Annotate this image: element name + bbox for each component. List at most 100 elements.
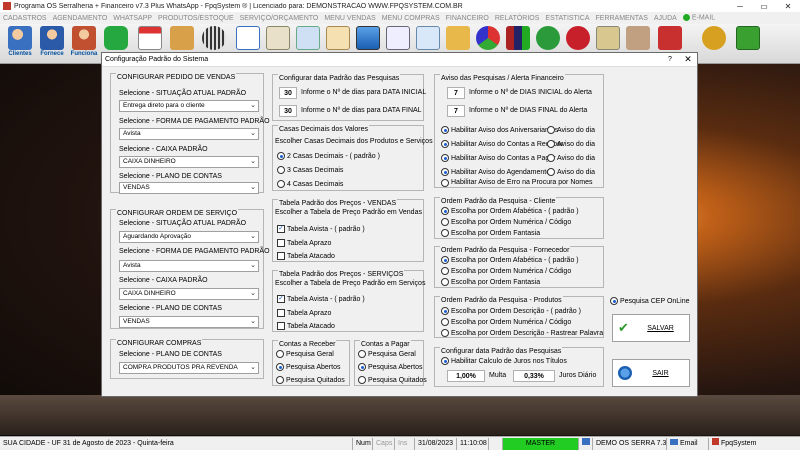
chevron-down-icon: ⌄ [250, 262, 256, 269]
cep-online-option[interactable]: Pesquisa CEP OnLine [610, 296, 690, 306]
menu-email[interactable]: E-MAIL [680, 14, 718, 22]
servico-pagamento-select[interactable]: Avista ⌄ [119, 260, 259, 272]
servico-plano-value: VENDAS [123, 318, 150, 325]
ord-cliente-numerica[interactable]: Escolha por Ordem Numérica / Código [441, 217, 571, 227]
aviso-aniversariantes[interactable]: Habilitar Aviso dos Aniversariantes [441, 125, 558, 135]
pedido-pagamento-select[interactable]: Avista ⌄ [119, 128, 259, 140]
pedido-caixa-select[interactable]: CAIXA DINHEIRO ⌄ [119, 156, 259, 168]
aviso-pagar[interactable]: Habilitar Aviso do Contas a Pagar [441, 153, 556, 163]
pagar-geral[interactable]: Pesquisa Geral [358, 349, 416, 359]
menu-vendas[interactable]: MENU VENDAS [321, 15, 378, 22]
aviso-receber[interactable]: Habilitar Aviso do Contas a Receber [441, 139, 563, 149]
alerta-inicial-input[interactable]: 7 [447, 87, 465, 99]
cep-online-label: Pesquisa CEP OnLine [620, 297, 690, 305]
compras-plano-select[interactable]: COMPRA PRODUTOS PRA REVENDA ⌄ [119, 362, 259, 374]
tab-vendas-avista[interactable]: ✓ Tabela Avista - ( padrão ) [277, 224, 365, 234]
aviso-agendamento[interactable]: Habilitar Aviso do Agendamento [441, 167, 550, 177]
funciona-button[interactable]: Funciona [68, 26, 100, 61]
ord-produtos-rastrear-label: Escolha por Ordem Descrição - Rastrear P… [451, 329, 604, 337]
menu-servico[interactable]: SERVIÇO/ORÇAMENTO [237, 15, 322, 22]
clientes-button[interactable]: Clientes [4, 26, 36, 61]
ord-fornecedor-numerica[interactable]: Escolha por Ordem Numérica / Código [441, 266, 571, 276]
menu-agendamento[interactable]: AGENDAMENTO [50, 15, 111, 22]
menu-whatsapp[interactable]: WHATSAPP [110, 15, 155, 22]
menu-produtos[interactable]: PRODUTOS/ESTOQUE [155, 15, 237, 22]
receber-abertos[interactable]: Pesquisa Abertos [276, 362, 340, 372]
close-icon[interactable]: ✕ [679, 54, 697, 65]
folder-icon [446, 26, 470, 50]
radio-checked-icon [441, 140, 449, 148]
tab-vendas-title: Tabela Padrão dos Preços - VENDAS [278, 199, 398, 208]
pagar-abertos[interactable]: Pesquisa Abertos [358, 362, 422, 372]
menu-cadastros[interactable]: CADASTROS [0, 15, 50, 22]
maximize-icon[interactable]: ▭ [752, 2, 776, 11]
dias-inicial-input[interactable]: 30 [279, 87, 297, 99]
radio-checked-icon [610, 297, 618, 305]
decimais-option-3[interactable]: 3 Casas Decimais [277, 165, 343, 175]
ord-produtos-descricao[interactable]: Escolha por Ordem Descrição - ( padrão ) [441, 306, 581, 316]
pedido-situacao-label: Selecione - SITUAÇÃO ATUAL PADRÃO [119, 90, 247, 97]
aviso-dia-4[interactable]: Aviso do dia [547, 167, 595, 177]
multa-input[interactable]: 1,00% [447, 370, 485, 382]
decimais-subtitle: Escolher Casas Decimais dos Produtos e S… [275, 138, 433, 145]
exit-button[interactable] [732, 26, 764, 61]
menu-financeiro[interactable]: FINANCEIRO [443, 15, 492, 22]
menu-relatorios[interactable]: RELATÓRIOS [492, 15, 543, 22]
dias-final-input[interactable]: 30 [279, 105, 297, 117]
receber-quitados[interactable]: Pesquisa Quitados [276, 375, 345, 385]
pagar-quitados[interactable]: Pesquisa Quitados [358, 375, 427, 385]
aviso-erro[interactable]: Habilitar Aviso de Erro na Procura por N… [441, 178, 593, 187]
money-green-icon [536, 26, 560, 50]
tab-servicos-group: Tabela Padrão dos Preços - SERVIÇOS Esco… [272, 270, 425, 332]
menu-ferramentas[interactable]: FERRAMENTAS [593, 15, 651, 22]
status-email-label: Email [680, 439, 698, 447]
tab-vendas-aprazo[interactable]: Tabela Aprazo [277, 238, 331, 248]
decimais-option-4[interactable]: 4 Casas Decimais [277, 179, 343, 189]
ord-fornecedor-alfabetica[interactable]: Escolha por Ordem Afabética - ( padrão ) [441, 255, 579, 265]
ord-fornecedor-fantasia[interactable]: Escolha por Ordem Fantasia [441, 277, 540, 287]
decimais-option-2[interactable]: 2 Casas Decimais - ( padrão ) [277, 151, 380, 161]
juros-check[interactable]: Habilitar Calculo de Juros nos Títulos [441, 356, 567, 366]
servico-caixa-select[interactable]: CAIXA DINHEIRO ⌄ [119, 288, 259, 300]
help-icon[interactable]: ? [661, 56, 679, 63]
ord-cliente-fantasia[interactable]: Escolha por Ordem Fantasia [441, 228, 540, 238]
servico-plano-select[interactable]: VENDAS ⌄ [119, 316, 259, 328]
ord-cliente-alfabetica[interactable]: Escolha por Ordem Afabética - ( padrão ) [441, 206, 579, 216]
pedido-plano-select[interactable]: VENDAS ⌄ [119, 182, 259, 194]
menu-compras[interactable]: MENU COMPRAS [379, 15, 443, 22]
radio-icon [441, 178, 449, 187]
checkbox-icon [277, 309, 285, 317]
tab-vendas-atacado[interactable]: Tabela Atacado [277, 251, 335, 261]
alerta-final-input[interactable]: 7 [447, 105, 465, 117]
ord-produtos-numerica[interactable]: Escolha por Ordem Numérica / Código [441, 317, 571, 327]
tab-servicos-aprazo[interactable]: Tabela Aprazo [277, 308, 331, 318]
status-email[interactable]: Email [667, 437, 709, 450]
salvar-button[interactable]: ✔ SALVAR [612, 314, 690, 342]
chevron-down-icon: ⌄ [250, 102, 256, 109]
tab-servicos-avista[interactable]: ✓ Tabela Avista - ( padrão ) [277, 294, 365, 304]
fornece-button[interactable]: Fornece [36, 26, 68, 61]
juros-input[interactable]: 0,33% [513, 370, 555, 382]
menu-ajuda[interactable]: AJUDA [651, 15, 680, 22]
aviso-group: Aviso das Pesquisas / Alerta Financeiro … [434, 74, 604, 188]
radio-checked-icon [441, 357, 449, 365]
mail-icon [416, 26, 440, 50]
receber-geral-label: Pesquisa Geral [286, 350, 334, 358]
servico-situacao-select[interactable]: Aguardando Aprovação ⌄ [119, 231, 259, 243]
aviso-dia-1[interactable]: Aviso do dia [547, 125, 595, 135]
aviso-dia-3[interactable]: Aviso do dia [547, 153, 595, 163]
servico-pagamento-value: Avista [123, 262, 141, 269]
receber-geral[interactable]: Pesquisa Geral [276, 349, 334, 359]
minimize-icon[interactable]: ─ [728, 2, 752, 11]
close-window-icon[interactable]: ✕ [776, 2, 800, 11]
checklist-icon [236, 26, 260, 50]
coins-button[interactable] [698, 26, 730, 61]
juros-label: Juros Diário [559, 372, 597, 379]
ord-produtos-rastrear[interactable]: Escolha por Ordem Descrição - Rastrear P… [441, 328, 603, 338]
tab-servicos-atacado[interactable]: Tabela Atacado [277, 321, 335, 331]
sair-button[interactable]: SAIR [612, 359, 690, 387]
aviso-dia-2[interactable]: Aviso do dia [547, 139, 595, 149]
pedido-situacao-value: Entrega direto para o cliente [123, 102, 205, 109]
menu-estatistica[interactable]: ESTATISTICA [542, 15, 592, 22]
pedido-situacao-select[interactable]: Entrega direto para o cliente ⌄ [119, 100, 259, 112]
